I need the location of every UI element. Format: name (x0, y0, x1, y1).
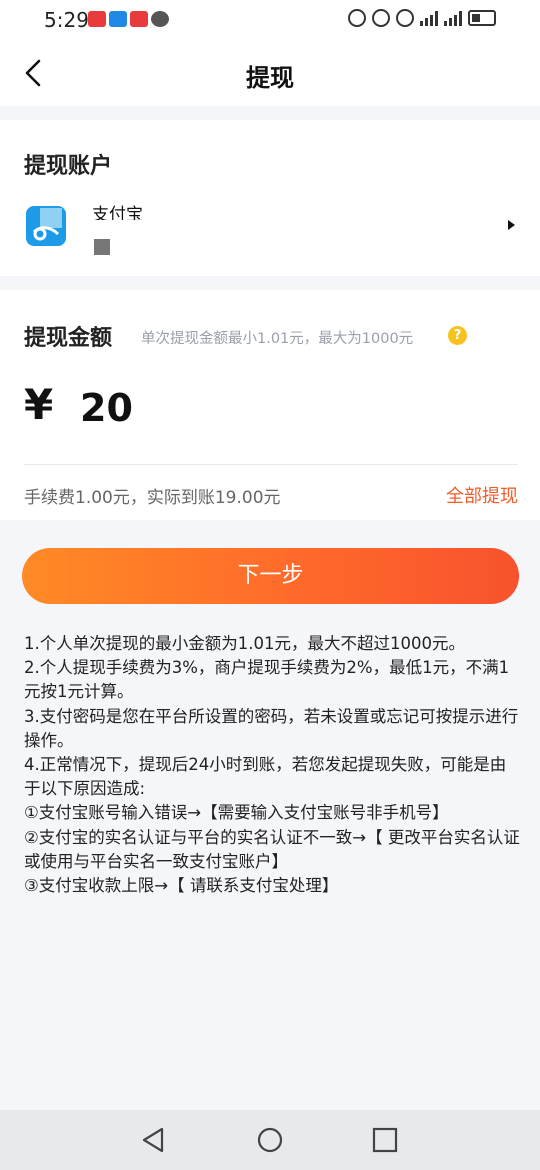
amount-input[interactable] (80, 386, 380, 430)
app-notification-icon (130, 11, 148, 27)
help-icon[interactable]: ? (448, 326, 467, 345)
nav-back-icon[interactable] (140, 1126, 168, 1154)
nav-recents-icon[interactable] (371, 1126, 399, 1154)
nav-bar: 提现 (0, 40, 540, 106)
chevron-right-icon[interactable] (508, 220, 515, 230)
status-bar: 5:29 (0, 0, 540, 40)
signal-icon (420, 10, 438, 26)
app-notification-icon (109, 11, 127, 27)
alipay-logo-icon (26, 206, 66, 246)
alarm-icon (372, 9, 390, 27)
account-card: 提现账户 (0, 120, 540, 276)
note-item: 4.正常情况下，提现后24小时到账，若您发起提现失败，可能是由于以下原因造成: (24, 755, 507, 799)
hotspot-icon (396, 9, 414, 27)
fee-text: 手续费1.00元，实际到账19.00元 (24, 488, 281, 508)
amount-card: 提现金额 单次提现金额最小1.01元，最大为1000元 ? ¥ 手续费1.00元… (0, 290, 540, 520)
status-icons (348, 9, 496, 27)
note-item: ③支付宝收款上限→【 请联系支付宝处理】 (24, 876, 339, 896)
currency-symbol: ¥ (24, 380, 54, 429)
account-heading: 提现账户 (24, 154, 113, 179)
eye-icon (348, 9, 366, 27)
app-notification-icon (88, 11, 106, 27)
note-item: ②支付宝的实名认证与平台的实名认证不一致→【 更改平台实名认证或使用与平台实名一… (24, 827, 520, 871)
account-name: 支付宝 (92, 205, 143, 220)
page-title: 提现 (246, 64, 294, 92)
signal-icon (444, 10, 462, 26)
note-item: 1.个人单次提现的最小金额为1.01元，最大不超过1000元。 (24, 634, 465, 653)
withdrawal-notes: 1.个人单次提现的最小金额为1.01元，最大不超过1000元。 2.个人提现手续… (24, 632, 520, 898)
divider (24, 464, 518, 465)
system-nav-bar (0, 1110, 540, 1170)
next-step-button[interactable]: 下一步 (22, 548, 519, 604)
account-number-mask (94, 239, 110, 255)
amount-limit-hint: 单次提现金额最小1.01元，最大为1000元 (141, 331, 414, 347)
note-item: 3.支付密码是您在平台所设置的密码，若未设置或忘记可按提示进行操作。 (24, 706, 519, 750)
notification-icons (88, 11, 169, 27)
withdraw-all-link[interactable]: 全部提现 (446, 482, 518, 508)
note-item: ①支付宝账号输入错误→【需要输入支付宝账号非手机号】 (24, 803, 449, 823)
battery-icon (468, 10, 496, 26)
note-item: 2.个人提现手续费为3%，商户提现手续费为2%，最低1元，不满1元按1元计算。 (24, 658, 510, 702)
wechat-icon (151, 11, 169, 27)
nav-home-icon[interactable] (256, 1126, 284, 1154)
status-time: 5:29 (44, 8, 89, 32)
amount-heading: 提现金额 (24, 326, 113, 351)
